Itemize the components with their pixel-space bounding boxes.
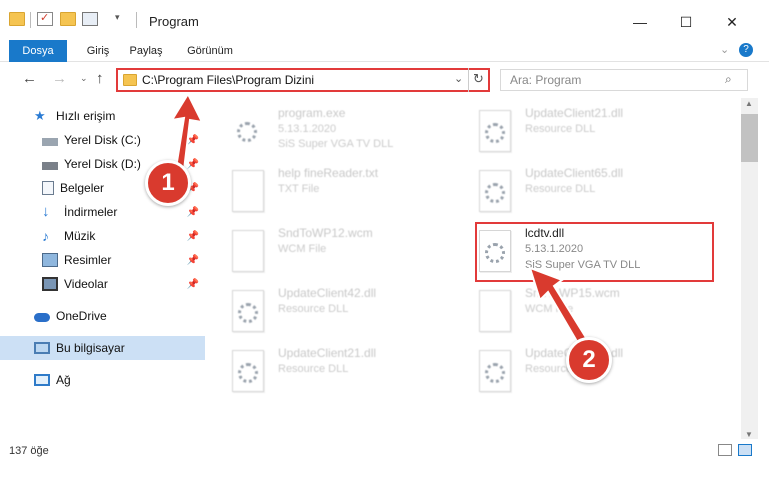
arrow-1 [169,91,204,172]
details-view-icon[interactable] [718,444,732,456]
large-icons-view-icon[interactable] [738,444,752,456]
status-bar: 137 öğe [0,440,769,480]
step-badge-2: 2 [566,337,612,383]
scroll-up-icon[interactable]: ▲ [745,99,753,108]
step-badge-1: 1 [145,160,191,206]
annotation-arrows [169,91,592,352]
scrollbar-thumb[interactable] [741,114,758,162]
item-count: 137 öğe [9,445,49,457]
scroll-down-icon[interactable]: ▼ [745,430,753,439]
